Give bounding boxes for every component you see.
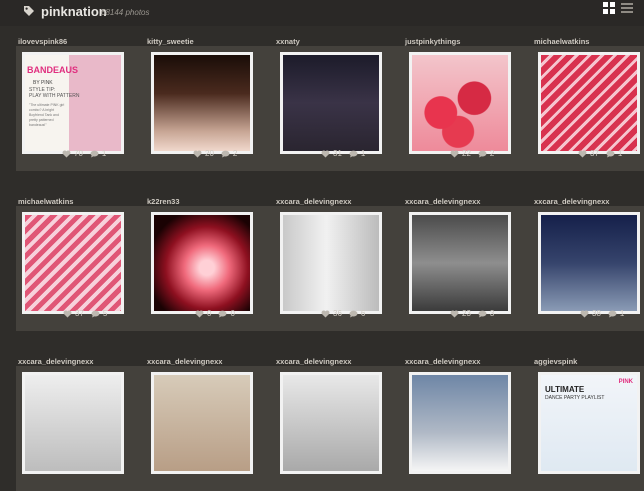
photo-panel xyxy=(403,366,532,491)
username-link[interactable]: kitty_sweetie xyxy=(147,37,194,46)
photo-stats: 23 3 xyxy=(450,309,494,318)
comment-count: 0 xyxy=(230,309,235,318)
comment-icon xyxy=(218,310,227,318)
like-count: 37 xyxy=(75,309,84,318)
username-link[interactable]: xxcara_delevingnexx xyxy=(405,357,480,366)
photo-caption-text: BY PINK xyxy=(33,80,53,86)
photo-panel xyxy=(16,366,145,491)
comment-icon xyxy=(349,150,358,158)
photo-stats: 20 2 xyxy=(193,149,237,158)
photo-stats: 37 1 xyxy=(578,149,622,158)
comment-count: 6 xyxy=(360,309,366,318)
like-count: 0 xyxy=(207,309,212,318)
like-count: 70 xyxy=(74,149,83,158)
photo-thumbnail[interactable] xyxy=(409,212,511,314)
heart-icon xyxy=(450,310,459,318)
username-link[interactable]: michaelwatkins xyxy=(18,197,73,206)
photo-thumbnail[interactable] xyxy=(538,52,640,154)
photo-thumbnail[interactable]: ULTIMATE DANCE PARTY PLAYLIST PINK xyxy=(538,372,640,474)
comment-icon xyxy=(606,150,615,158)
like-count: 31 xyxy=(333,149,342,158)
heart-icon xyxy=(321,310,330,318)
heart-icon xyxy=(450,150,459,158)
username-link[interactable]: justpinkythings xyxy=(405,37,460,46)
photo-stats: 00 xyxy=(195,309,235,318)
heart-icon xyxy=(321,150,330,158)
comment-count: 2 xyxy=(489,149,495,158)
photo-stats: 22 2 xyxy=(450,149,494,158)
photo-caption-text: PINK xyxy=(618,379,633,385)
comment-icon xyxy=(478,310,487,318)
photo-thumbnail[interactable] xyxy=(151,372,253,474)
comment-icon xyxy=(91,310,100,318)
username-link[interactable]: xxcara_delevingnexx xyxy=(534,197,609,206)
username-link[interactable]: xxcara_delevingnexx xyxy=(405,197,480,206)
photo-thumbnail[interactable]: BANDEAUS BY PINK STYLE TIP: PLAY WITH PATTE… xyxy=(22,52,124,154)
heart-icon xyxy=(578,150,587,158)
comment-count: 1 xyxy=(619,309,625,318)
username-link[interactable]: xxcara_delevingnexx xyxy=(276,357,351,366)
photo-thumbnail[interactable] xyxy=(280,372,382,474)
username-link[interactable]: xxcara_delevingnexx xyxy=(18,357,93,366)
photo-stats: 37 5 xyxy=(63,309,107,318)
comment-count: 1 xyxy=(360,149,366,158)
photo-caption-text: DANCE PARTY PLAYLIST xyxy=(545,395,605,401)
top-bar: pinknation 68144 photos xyxy=(0,0,644,26)
photo-caption-text: BANDEAUS xyxy=(27,65,79,75)
photo-thumbnail[interactable] xyxy=(409,372,511,474)
tag-icon xyxy=(24,6,34,16)
photo-stats: 70 1 xyxy=(62,149,106,158)
photo-thumbnail[interactable] xyxy=(151,212,253,314)
heart-icon xyxy=(63,310,72,318)
username-link[interactable]: xxcara_delevingnexx xyxy=(147,357,222,366)
heart-icon xyxy=(195,310,204,318)
heart-icon xyxy=(193,150,202,158)
photo-thumbnail[interactable] xyxy=(280,52,382,154)
brand-title[interactable]: pinknation xyxy=(41,4,107,19)
like-count: 23 xyxy=(462,309,471,318)
photo-thumbnail[interactable] xyxy=(22,212,124,314)
username-link[interactable]: xxcara_delevingnexx xyxy=(276,197,351,206)
photo-panel xyxy=(145,366,274,491)
comment-icon xyxy=(90,150,99,158)
photo-stats: 31 1 xyxy=(321,149,365,158)
comment-count: 1 xyxy=(101,149,107,158)
photo-caption-text: "The ultimate PINK girl combo? A bright … xyxy=(29,103,65,127)
comment-count: 1 xyxy=(617,149,623,158)
photo-stats: 36 6 xyxy=(321,309,365,318)
photo-thumbnail[interactable] xyxy=(409,52,511,154)
like-count: 20 xyxy=(205,149,214,158)
comment-icon xyxy=(608,310,617,318)
photo-thumbnail[interactable] xyxy=(538,212,640,314)
photo-panel xyxy=(274,366,403,491)
like-count: 38 xyxy=(592,309,601,318)
photo-caption-text: ULTIMATE xyxy=(545,385,585,394)
list-view-icon[interactable] xyxy=(621,2,633,14)
photo-caption-text: PLAY WITH PATTERN xyxy=(29,93,80,99)
comment-icon xyxy=(478,150,487,158)
comment-icon xyxy=(221,150,230,158)
username-link[interactable]: xxnaty xyxy=(276,37,300,46)
like-count: 22 xyxy=(462,149,471,158)
grid-view-icon[interactable] xyxy=(603,2,615,14)
heart-icon xyxy=(62,150,71,158)
heart-icon xyxy=(580,310,589,318)
comment-count: 5 xyxy=(102,309,108,318)
photo-thumbnail[interactable] xyxy=(22,372,124,474)
like-count: 37 xyxy=(590,149,599,158)
comment-icon xyxy=(349,310,358,318)
comment-count: 3 xyxy=(489,309,495,318)
like-count: 36 xyxy=(333,309,342,318)
photo-thumbnail[interactable] xyxy=(280,212,382,314)
photo-count: 68144 photos xyxy=(101,8,150,17)
username-link[interactable]: ilovevspink86 xyxy=(18,37,67,46)
username-link[interactable]: k22ren33 xyxy=(147,197,180,206)
photo-panel: ULTIMATE DANCE PARTY PLAYLIST PINK xyxy=(532,366,644,491)
comment-count: 2 xyxy=(232,149,238,158)
photo-stats: 38 1 xyxy=(580,309,624,318)
username-link[interactable]: michaelwatkins xyxy=(534,37,589,46)
photo-thumbnail[interactable] xyxy=(151,52,253,154)
username-link[interactable]: aggievspink xyxy=(534,357,577,366)
